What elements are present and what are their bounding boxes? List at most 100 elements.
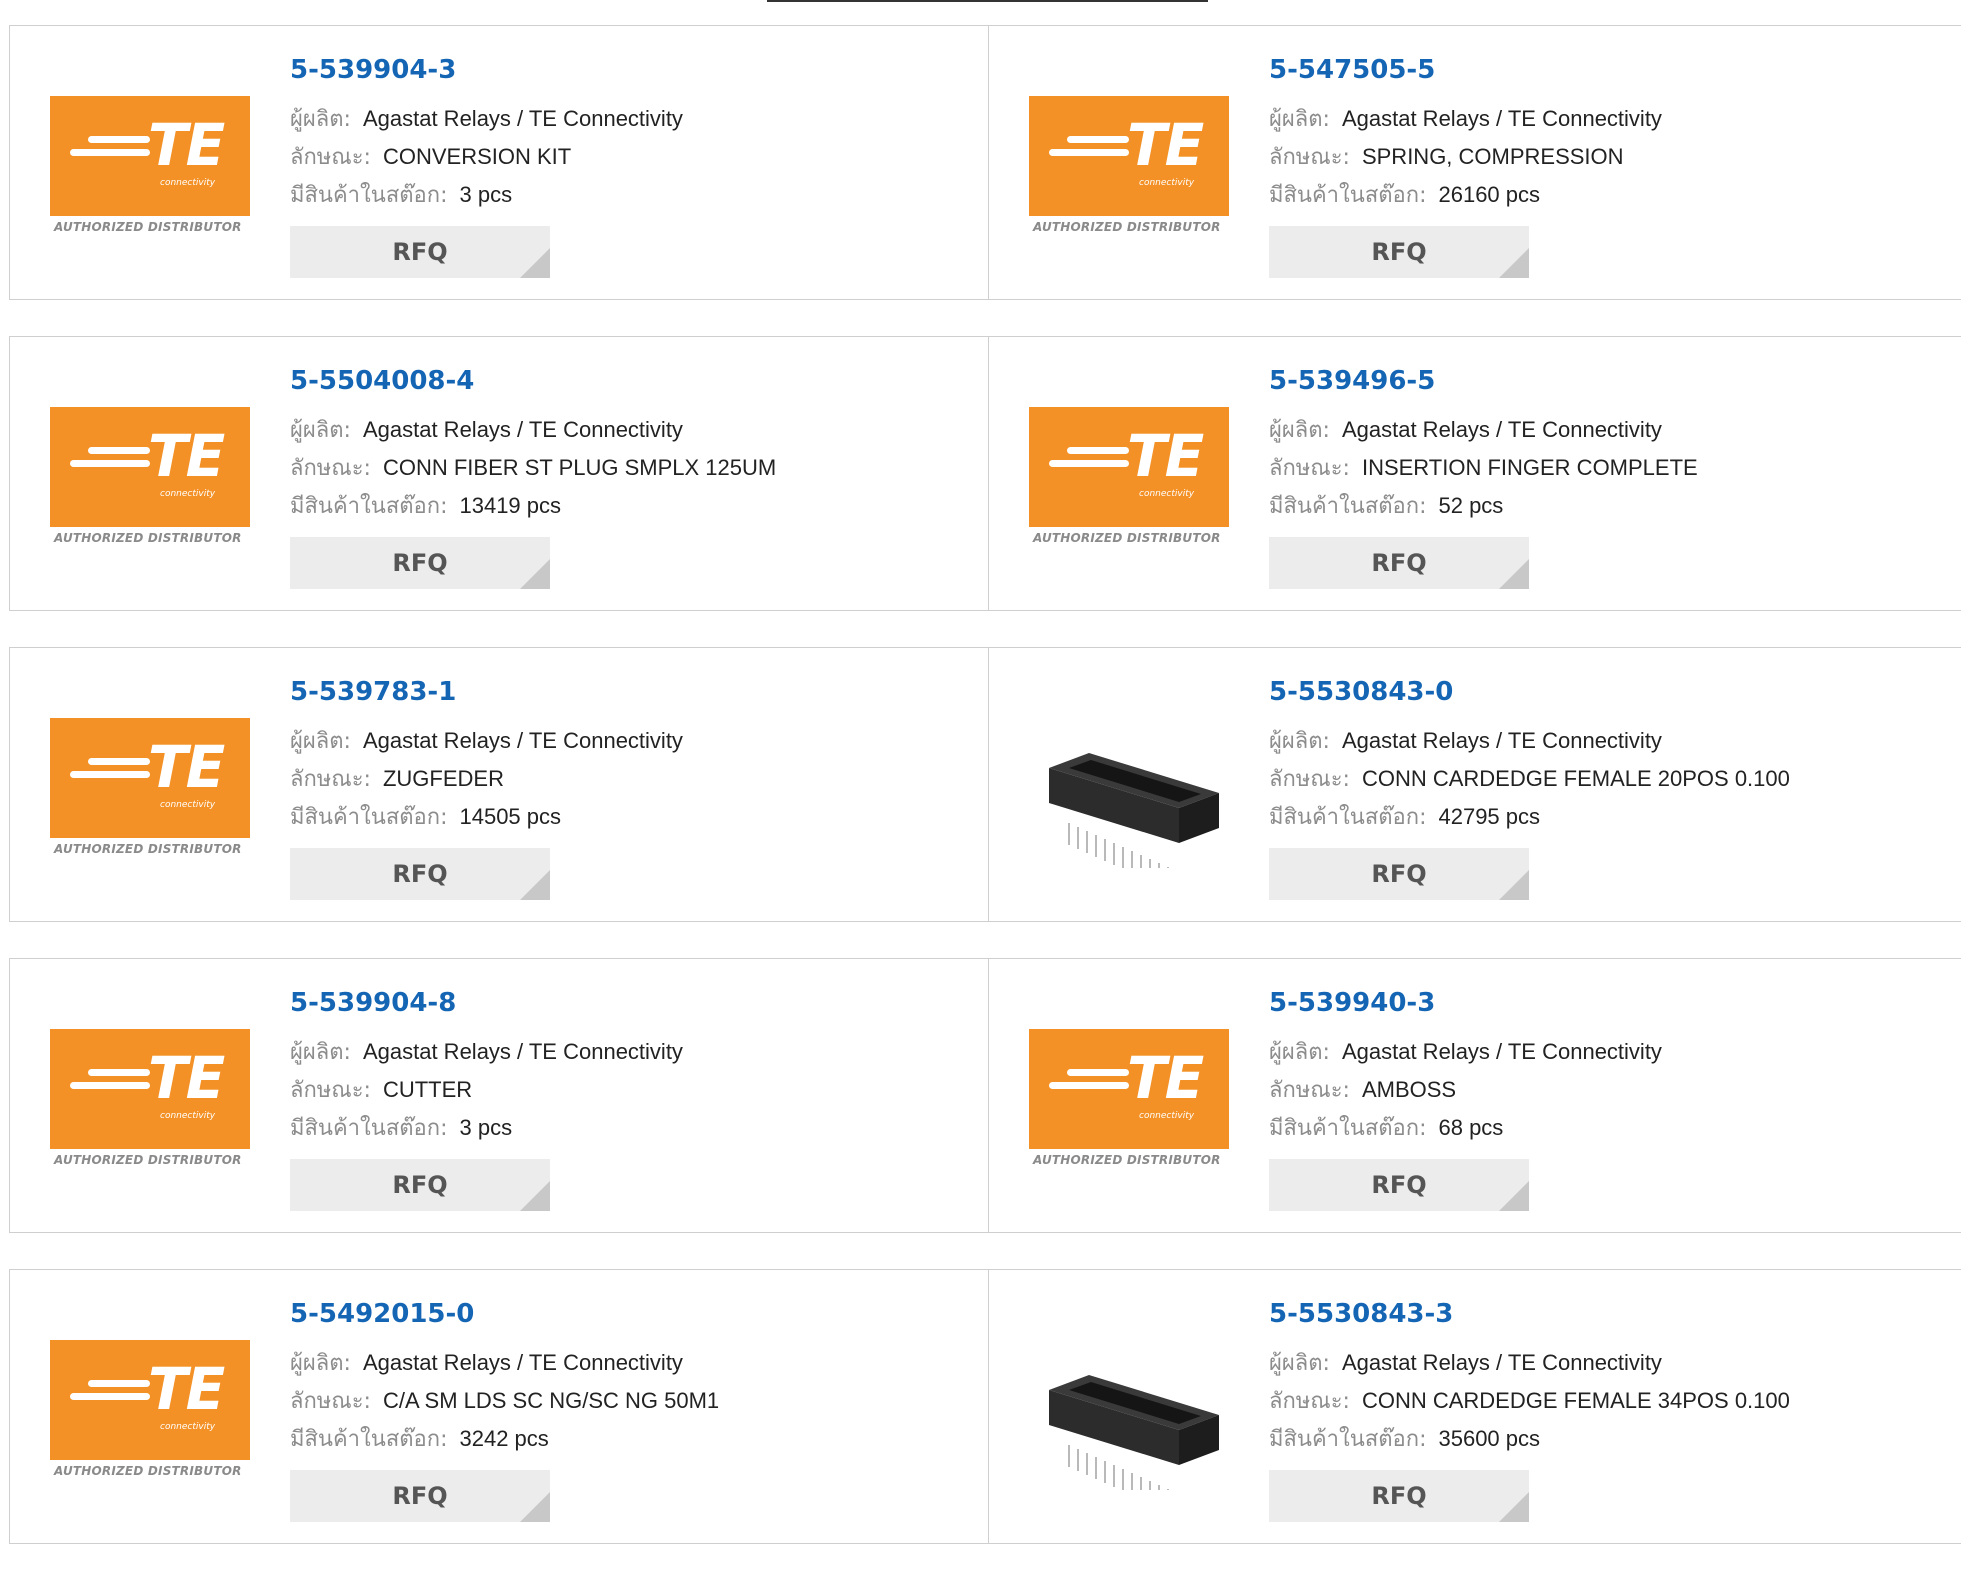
description-label: ลักษณะ: <box>1269 767 1350 792</box>
rfq-label: RFQ <box>1371 238 1427 266</box>
product-image[interactable]: TE connectivity AUTHORIZED DISTRIBUTOR <box>1029 1029 1229 1179</box>
product-image[interactable]: TE connectivity AUTHORIZED DISTRIBUTOR <box>50 1029 250 1179</box>
rfq-label: RFQ <box>1371 1171 1427 1199</box>
part-number-link[interactable]: 5-539904-3 <box>290 54 683 86</box>
logo-subtext: connectivity <box>1139 489 1195 499</box>
manufacturer-row: ผู้ผลิต: Agastat Relays / TE Connectivity <box>1269 100 1662 138</box>
manufacturer-value: Agastat Relays / TE Connectivity <box>362 1350 683 1375</box>
description-row: ลักษณะ: AMBOSS <box>1269 1071 1662 1109</box>
stock-row: มีสินค้าในสต๊อก: 68 pcs <box>1269 1109 1662 1147</box>
logo-bars-icon <box>1049 1069 1129 1095</box>
part-number-link[interactable]: 5-5530843-3 <box>1269 1298 1790 1330</box>
product-row: TE connectivity AUTHORIZED DISTRIBUTOR 5… <box>9 647 1961 922</box>
description-label: ลักษณะ: <box>1269 456 1350 481</box>
product-image[interactable]: TE connectivity AUTHORIZED DISTRIBUTOR <box>50 407 250 557</box>
manufacturer-label: ผู้ผลิต: <box>290 1040 351 1065</box>
rfq-button[interactable]: RFQ <box>1269 1470 1529 1522</box>
stock-label: มีสินค้าในสต๊อก: <box>290 805 448 830</box>
logo-bars-icon <box>70 1380 150 1406</box>
card-edge-connector-icon <box>1049 753 1219 868</box>
rfq-label: RFQ <box>392 1171 448 1199</box>
stock-row: มีสินค้าในสต๊อก: 14505 pcs <box>290 798 683 836</box>
part-number-link[interactable]: 5-539496-5 <box>1269 365 1698 397</box>
part-number-link[interactable]: 5-539783-1 <box>290 676 683 708</box>
authorized-distributor-text: AUTHORIZED DISTRIBUTOR <box>54 220 242 234</box>
product-info: 5-5492015-0 ผู้ผลิต: Agastat Relays / TE … <box>290 1298 719 1522</box>
description-label: ลักษณะ: <box>290 145 371 170</box>
corner-triangle-icon <box>520 870 550 900</box>
stock-row: มีสินค้าในสต๊อก: 3 pcs <box>290 1109 683 1147</box>
manufacturer-value: Agastat Relays / TE Connectivity <box>1341 1350 1662 1375</box>
description-label: ลักษณะ: <box>290 1389 371 1414</box>
stock-label: มีสินค้าในสต๊อก: <box>1269 494 1427 519</box>
product-card: 5-5530843-3 ผู้ผลิต: Agastat Relays / TE … <box>988 1270 1961 1543</box>
logo-bars-icon <box>70 447 150 473</box>
description-row: ลักษณะ: CUTTER <box>290 1071 683 1109</box>
product-image[interactable]: TE connectivity AUTHORIZED DISTRIBUTOR <box>1029 96 1229 246</box>
product-image[interactable]: TE connectivity AUTHORIZED DISTRIBUTOR <box>50 96 250 246</box>
description-row: ลักษณะ: SPRING, COMPRESSION <box>1269 138 1662 176</box>
logo-bars-icon <box>70 136 150 162</box>
rfq-button[interactable]: RFQ <box>1269 226 1529 278</box>
logo-text: TE <box>1127 422 1204 490</box>
logo-subtext: connectivity <box>1139 1111 1195 1121</box>
product-card: TE connectivity AUTHORIZED DISTRIBUTOR 5… <box>10 26 988 299</box>
part-number-link[interactable]: 5-5492015-0 <box>290 1298 719 1330</box>
product-image[interactable]: TE connectivity AUTHORIZED DISTRIBUTOR <box>50 1340 250 1490</box>
rfq-button[interactable]: RFQ <box>290 1470 550 1522</box>
stock-label: มีสินค้าในสต๊อก: <box>290 1427 448 1452</box>
product-info: 5-547505-5 ผู้ผลิต: Agastat Relays / TE C… <box>1269 54 1662 278</box>
description-value: CONN CARDEDGE FEMALE 20POS 0.100 <box>1361 766 1790 791</box>
stock-row: มีสินค้าในสต๊อก: 3 pcs <box>290 176 683 214</box>
description-row: ลักษณะ: INSERTION FINGER COMPLETE <box>1269 449 1698 487</box>
logo-bars-icon <box>70 1069 150 1095</box>
authorized-distributor-text: AUTHORIZED DISTRIBUTOR <box>54 1153 242 1167</box>
te-connectivity-logo: TE connectivity <box>1029 407 1229 527</box>
product-image[interactable] <box>1029 718 1229 868</box>
product-image[interactable]: TE connectivity AUTHORIZED DISTRIBUTOR <box>1029 407 1229 557</box>
authorized-distributor-text: AUTHORIZED DISTRIBUTOR <box>54 531 242 545</box>
stock-row: มีสินค้าในสต๊อก: 26160 pcs <box>1269 176 1662 214</box>
stock-label: มีสินค้าในสต๊อก: <box>290 1116 448 1141</box>
part-number-link[interactable]: 5-5504008-4 <box>290 365 776 397</box>
stock-row: มีสินค้าในสต๊อก: 42795 pcs <box>1269 798 1790 836</box>
stock-value: 14505 pcs <box>459 804 562 829</box>
rfq-button[interactable]: RFQ <box>290 1159 550 1211</box>
rfq-button[interactable]: RFQ <box>1269 537 1529 589</box>
stock-label: มีสินค้าในสต๊อก: <box>1269 1116 1427 1141</box>
manufacturer-label: ผู้ผลิต: <box>290 729 351 754</box>
product-info: 5-539904-3 ผู้ผลิต: Agastat Relays / TE C… <box>290 54 683 278</box>
corner-triangle-icon <box>520 1181 550 1211</box>
rfq-button[interactable]: RFQ <box>1269 848 1529 900</box>
manufacturer-label: ผู้ผลิต: <box>1269 107 1330 132</box>
manufacturer-value: Agastat Relays / TE Connectivity <box>1341 106 1662 131</box>
rfq-button[interactable]: RFQ <box>1269 1159 1529 1211</box>
manufacturer-label: ผู้ผลิต: <box>1269 1351 1330 1376</box>
product-card: TE connectivity AUTHORIZED DISTRIBUTOR 5… <box>10 648 988 921</box>
product-info: 5-5504008-4 ผู้ผลิต: Agastat Relays / TE … <box>290 365 776 589</box>
logo-bars-icon <box>1049 136 1129 162</box>
corner-triangle-icon <box>1499 559 1529 589</box>
part-number-link[interactable]: 5-5530843-0 <box>1269 676 1790 708</box>
description-row: ลักษณะ: CONVERSION KIT <box>290 138 683 176</box>
product-card: TE connectivity AUTHORIZED DISTRIBUTOR 5… <box>10 1270 988 1543</box>
rfq-button[interactable]: RFQ <box>290 226 550 278</box>
product-image[interactable]: TE connectivity AUTHORIZED DISTRIBUTOR <box>50 718 250 868</box>
corner-triangle-icon <box>1499 1181 1529 1211</box>
description-label: ลักษณะ: <box>1269 145 1350 170</box>
rfq-button[interactable]: RFQ <box>290 537 550 589</box>
part-number-link[interactable]: 5-539940-3 <box>1269 987 1662 1019</box>
part-number-link[interactable]: 5-539904-8 <box>290 987 683 1019</box>
te-connectivity-logo: TE connectivity <box>50 1029 250 1149</box>
stock-label: มีสินค้าในสต๊อก: <box>1269 183 1427 208</box>
te-connectivity-logo: TE connectivity <box>50 1340 250 1460</box>
manufacturer-row: ผู้ผลิต: Agastat Relays / TE Connectivity <box>1269 722 1790 760</box>
rfq-button[interactable]: RFQ <box>290 848 550 900</box>
logo-subtext: connectivity <box>160 800 216 810</box>
description-value: ZUGFEDER <box>382 766 504 791</box>
stock-value: 3242 pcs <box>459 1426 549 1451</box>
te-connectivity-logo: TE connectivity <box>1029 1029 1229 1149</box>
part-number-link[interactable]: 5-547505-5 <box>1269 54 1662 86</box>
product-row: TE connectivity AUTHORIZED DISTRIBUTOR 5… <box>9 1269 1961 1544</box>
product-image[interactable] <box>1029 1340 1229 1490</box>
